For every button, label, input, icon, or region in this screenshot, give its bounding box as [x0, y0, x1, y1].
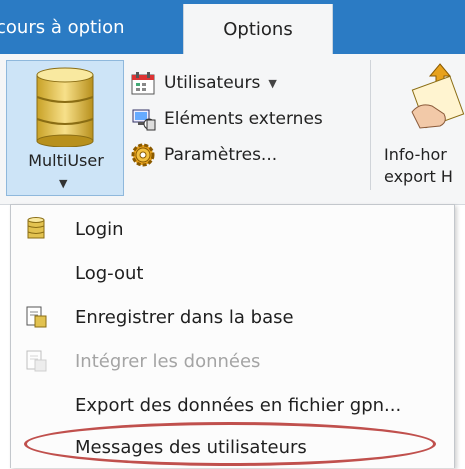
- menu-item-label: Export des données en fichier gpn...: [75, 394, 402, 416]
- menu-item-label: Enregistrer dans la base: [75, 306, 294, 328]
- parametres-label: Paramètres...: [164, 145, 278, 165]
- menu-item-messages-utilisateurs[interactable]: Messages des utilisateurs: [11, 425, 454, 469]
- info-hor-export-button[interactable]: Info-hor export H: [380, 58, 465, 198]
- tab-label: Options: [223, 18, 293, 40]
- menu-item-export-gpn[interactable]: Export des données en fichier gpn...: [11, 383, 454, 427]
- elements-externes-button[interactable]: Eléments externes: [130, 104, 323, 134]
- menu-item-logout[interactable]: Log-out: [11, 251, 454, 295]
- parametres-button[interactable]: Paramètres...: [130, 140, 277, 170]
- utilisateurs-button[interactable]: Utilisateurs ▼: [130, 68, 277, 98]
- hand-document-icon: [411, 63, 465, 129]
- elements-externes-label: Eléments externes: [164, 109, 323, 129]
- multiuser-label: MultiUser: [28, 151, 104, 170]
- info-hor-label: Info-hor export H: [384, 145, 453, 186]
- chevron-down-icon: ▼: [59, 177, 68, 190]
- ribbon-tab-strip: cours à option Options: [0, 0, 465, 54]
- document-save-icon: [26, 306, 47, 328]
- utilisateurs-label: Utilisateurs: [164, 73, 261, 93]
- menu-item-integrer[interactable]: Intégrer les données: [11, 339, 454, 383]
- menu-item-label: Intégrer les données: [75, 350, 261, 372]
- external-elements-icon: [132, 109, 156, 131]
- menu-item-label: Login: [75, 218, 124, 240]
- multiuser-button[interactable]: MultiUser ▼: [6, 60, 124, 196]
- database-icon: [36, 67, 94, 147]
- multiuser-dropdown-menu: Login Log-out Enregistrer dans la base I…: [10, 204, 455, 468]
- menu-item-label: Messages des utilisateurs: [75, 436, 307, 458]
- users-calendar-icon: [131, 72, 155, 95]
- ribbon-panel: MultiUser ▼ Utilisateurs ▼ Eléments exte…: [0, 54, 465, 205]
- menu-item-login[interactable]: Login: [11, 207, 454, 251]
- tab-label: cours à option: [0, 16, 125, 38]
- menu-item-enregistrer[interactable]: Enregistrer dans la base: [11, 295, 454, 339]
- document-import-icon: [26, 350, 47, 372]
- database-icon: [27, 217, 45, 239]
- gear-icon: [131, 143, 155, 167]
- tab-options[interactable]: Options: [183, 4, 333, 54]
- tab-cours-a-option[interactable]: cours à option: [0, 0, 182, 54]
- chevron-down-icon: ▼: [268, 76, 277, 90]
- ribbon-group-divider: [370, 60, 371, 190]
- menu-item-label: Log-out: [75, 262, 144, 284]
